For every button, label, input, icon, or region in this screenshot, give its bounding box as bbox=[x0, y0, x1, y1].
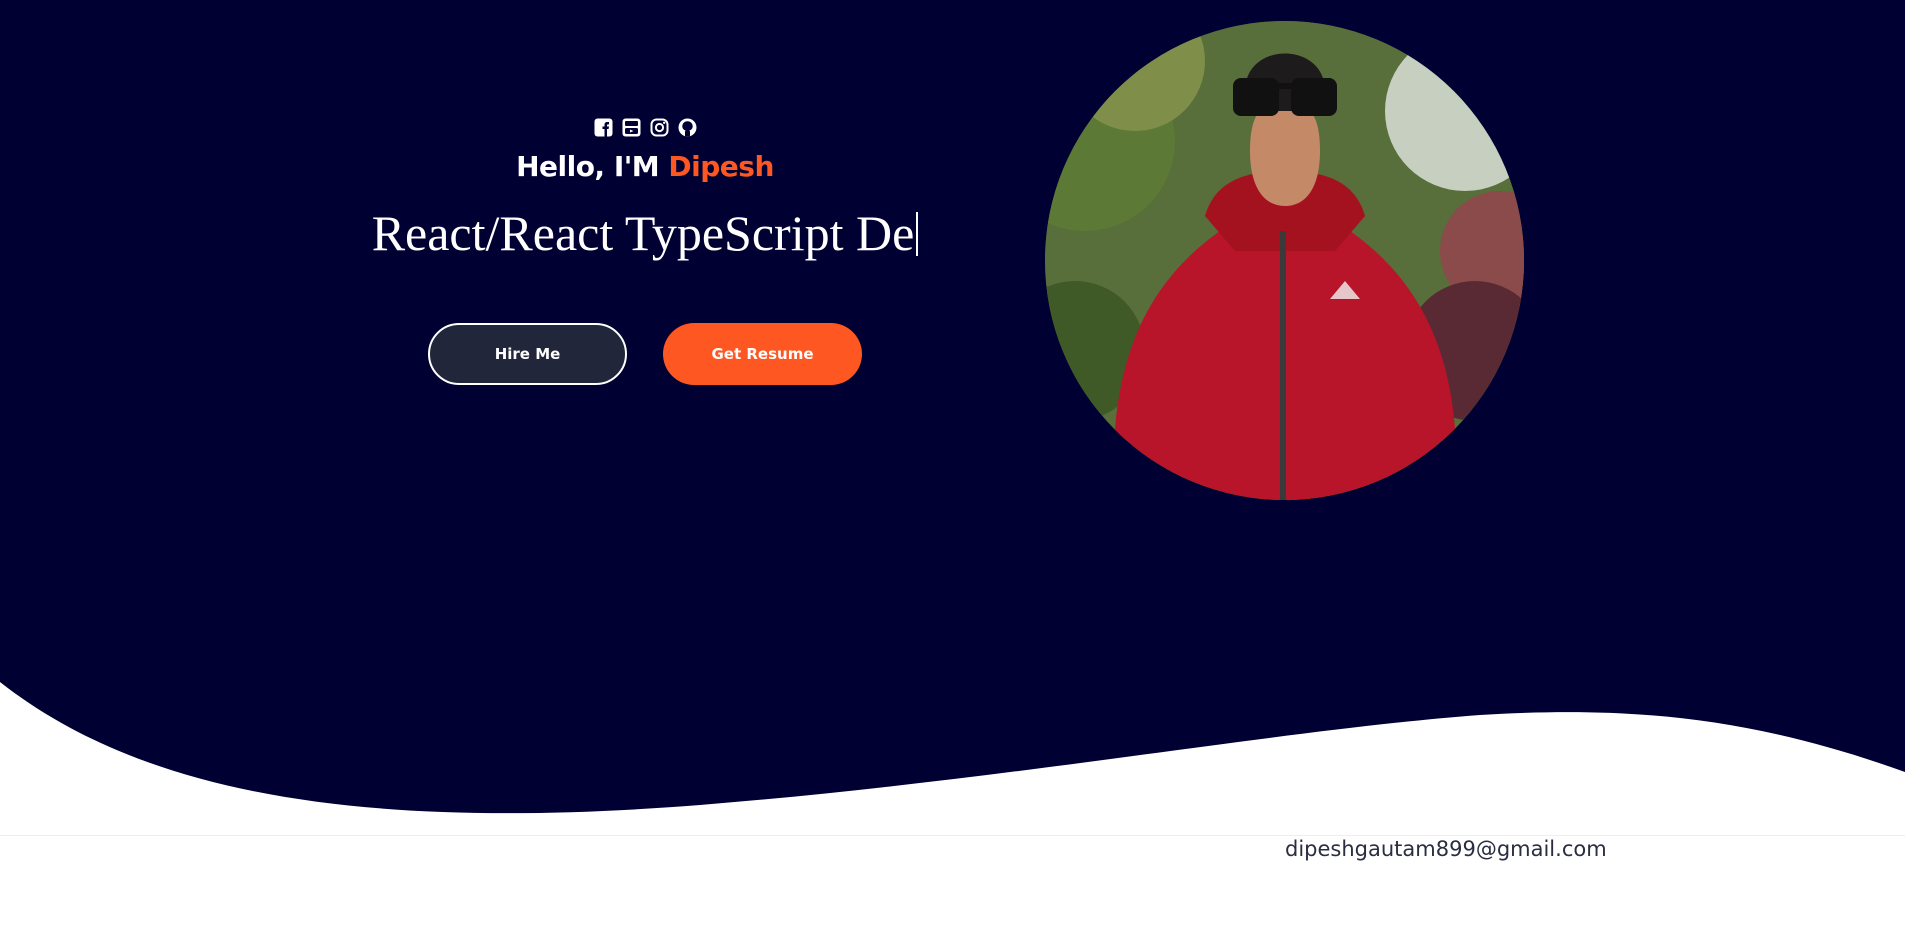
get-resume-label: Get Resume bbox=[711, 345, 814, 363]
social-links bbox=[300, 118, 990, 140]
hire-me-button[interactable]: Hire Me bbox=[428, 323, 627, 385]
github-link[interactable] bbox=[678, 118, 697, 137]
footer-divider bbox=[0, 835, 1905, 836]
facebook-link[interactable] bbox=[594, 118, 613, 137]
github-icon bbox=[678, 118, 696, 137]
greeting-heading: Hello, I'M Dipesh bbox=[300, 150, 990, 183]
hero-section: Hello, I'M Dipesh React/React TypeScript… bbox=[0, 0, 1905, 835]
typed-role-text: React/React TypeScript De bbox=[300, 205, 990, 263]
greeting-prefix: Hello, I'M bbox=[516, 150, 669, 183]
typing-caret bbox=[916, 212, 919, 256]
instagram-icon bbox=[650, 118, 668, 137]
youtube-link[interactable] bbox=[622, 118, 641, 137]
profile-photo bbox=[1045, 21, 1524, 500]
contact-email[interactable]: dipeshgautam899@gmail.com bbox=[1285, 837, 1607, 861]
get-resume-button[interactable]: Get Resume bbox=[663, 323, 862, 385]
intro-block: Hello, I'M Dipesh React/React TypeScript… bbox=[300, 118, 990, 385]
typed-role-value: React/React TypeScript De bbox=[371, 205, 915, 261]
youtube-icon bbox=[622, 118, 640, 137]
facebook-icon bbox=[594, 118, 612, 137]
greeting-name: Dipesh bbox=[668, 150, 774, 183]
instagram-link[interactable] bbox=[650, 118, 669, 137]
hire-me-label: Hire Me bbox=[494, 345, 561, 363]
